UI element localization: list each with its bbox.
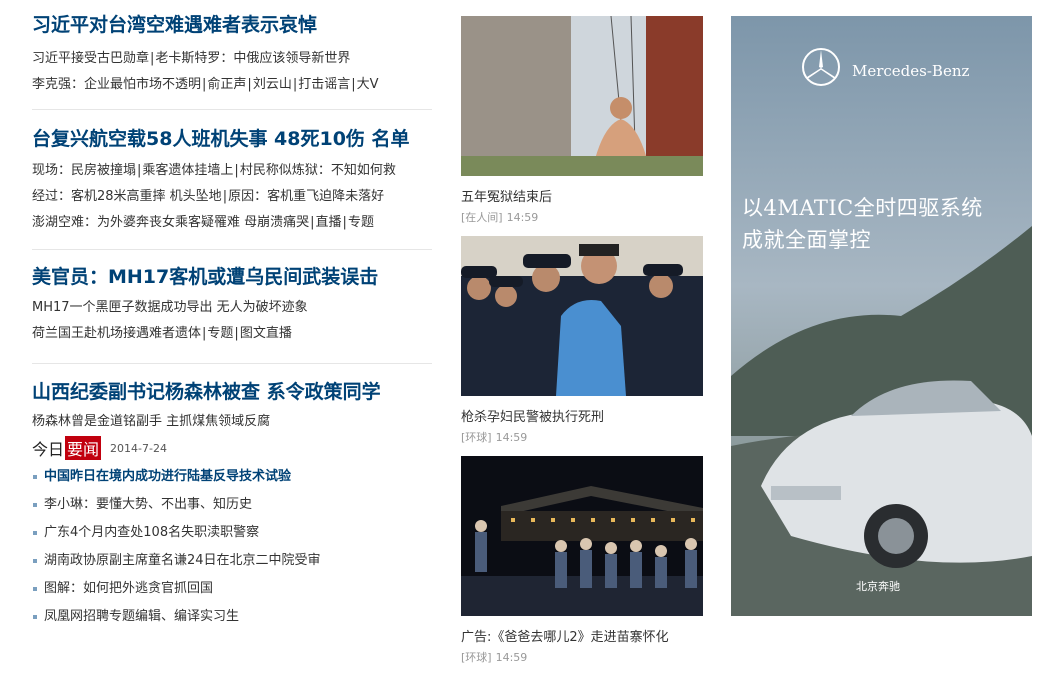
news-column: 习近平对台湾空难遇难者表示哀悼 习近平接受古巴勋章|老卡斯特罗：中俄应该领导新世… — [32, 0, 432, 631]
sub-link[interactable]: 原因：客机重飞迫降未落好 — [228, 189, 384, 204]
today-news-list: 中国昨日在境内成功进行陆基反导技术试验 李小琳：要懂大势、不出事、知历史 广东4… — [32, 463, 432, 631]
ad-slogan-line: 成就全面掌控 — [742, 228, 871, 252]
today-news-header: 今日 要闻 2014-7-24 — [32, 436, 432, 460]
photo-card: 五年冤狱结束后 [在人间] 14:59 — [461, 16, 703, 236]
sub-link[interactable]: 专题 — [348, 215, 374, 230]
sub-link[interactable]: 现场：民房被撞塌 — [32, 163, 136, 178]
headline-link[interactable]: 山西纪委副书记杨森林被查 系令政策同学 — [32, 380, 432, 404]
news-block-2: 台复兴航空载58人班机失事 48死10伤 名单 现场：民房被撞塌|乘客遗体挂墙上… — [32, 110, 432, 250]
ad-slogan: 以4MATIC全时四驱系统 成就全面掌控 — [742, 192, 983, 256]
sub-link[interactable]: 乘客遗体挂墙上 — [142, 163, 233, 178]
today-date: 2014-7-24 — [110, 441, 167, 455]
list-item: 图解：如何把外逃贪官抓回国 — [32, 575, 432, 603]
photo-time: 14:59 — [506, 211, 539, 224]
ad-background — [731, 16, 1032, 616]
mercedes-benz-ad[interactable]: Mercedes-Benz 以4MATIC全时四驱系统 成就全面掌控 北京奔驰 — [731, 16, 1032, 616]
photo-thumbnail[interactable] — [461, 16, 703, 176]
today-item-link[interactable]: 中国昨日在境内成功进行陆基反导技术试验 — [44, 469, 291, 484]
list-item: 中国昨日在境内成功进行陆基反导技术试验 — [32, 463, 432, 491]
sub-link[interactable]: 村民称似炼狱：不知如何救 — [240, 163, 396, 178]
sub-link[interactable]: 专题 — [207, 326, 233, 341]
photo-source: [环球] — [461, 651, 492, 664]
sub-link[interactable]: 杨森林曾是金道铭副手 主抓煤焦领域反腐 — [32, 414, 270, 429]
photo-time: 14:59 — [495, 431, 528, 444]
list-item: 湖南政协原副主席童名谦24日在北京二中院受审 — [32, 547, 432, 575]
photo-card: 枪杀孕妇民警被执行死刑 [环球] 14:59 — [461, 236, 703, 456]
today-item-link[interactable]: 广东4个月内查处108名失职渎职警察 — [44, 525, 259, 540]
sub-line: 经过：客机28米高重摔 机头坠地|原因：客机重飞迫降未落好 — [32, 189, 385, 204]
headline-link[interactable]: 习近平对台湾空难遇难者表示哀悼 — [32, 13, 432, 37]
sub-link[interactable]: 打击谣言 — [298, 77, 350, 92]
photo-thumbnail[interactable] — [461, 236, 703, 396]
photo-card: 广告:《爸爸去哪儿2》走进苗寨怀化 [环球] 14:59 — [461, 456, 703, 676]
headline-link[interactable]: 美官员：MH17客机或遭乌民间武装误击 — [32, 265, 432, 289]
photo-meta: [环球] 14:59 — [461, 429, 703, 445]
list-item: 凤凰网招聘专题编辑、编译实习生 — [32, 603, 432, 631]
photo-time: 14:59 — [495, 651, 528, 664]
sub-link[interactable]: 李克强：企业最怕市场不透明 — [32, 77, 201, 92]
headline-link[interactable]: 台复兴航空载58人班机失事 48死10伤 名单 — [32, 127, 432, 151]
photo-column: 五年冤狱结束后 [在人间] 14:59 枪杀孕妇民警被执行死刑 [环球] 14:… — [461, 16, 703, 676]
mercedes-star-icon — [801, 47, 841, 87]
today-news-badge: 要闻 — [65, 436, 102, 460]
photo-caption[interactable]: 五年冤狱结束后 — [461, 186, 703, 205]
list-item: 广东4个月内查处108名失职渎职警察 — [32, 519, 432, 547]
news-block-4: 山西纪委副书记杨森林被查 系令政策同学 杨森林曾是金道铭副手 主抓煤焦领域反腐 — [32, 364, 432, 435]
photo-source: [环球] — [461, 431, 492, 444]
today-label: 今日 — [32, 440, 65, 459]
sub-line: 杨森林曾是金道铭副手 主抓煤焦领域反腐 — [32, 409, 432, 435]
sub-line: 现场：民房被撞塌|乘客遗体挂墙上|村民称似炼狱：不知如何救 — [32, 163, 396, 178]
sub-link[interactable]: 老卡斯特罗：中俄应该领导新世界 — [155, 51, 350, 66]
today-item-link[interactable]: 李小琳：要懂大势、不出事、知历史 — [44, 497, 252, 512]
sub-link[interactable]: 刘云山 — [253, 77, 292, 92]
photo-meta: [在人间] 14:59 — [461, 209, 703, 225]
photo-source: [在人间] — [461, 211, 503, 224]
news-block-3: 美官员：MH17客机或遭乌民间武装误击 MH17一个黑匣子数据成功导出 无人为破… — [32, 250, 432, 364]
sub-link[interactable]: 澎湖空难：为外婆奔丧女乘客疑罹难 母崩溃痛哭 — [32, 215, 309, 230]
sub-line: 习近平接受古巴勋章|老卡斯特罗：中俄应该领导新世界 — [32, 51, 351, 66]
today-item-link[interactable]: 图解：如何把外逃贪官抓回国 — [44, 581, 213, 596]
list-item: 李小琳：要懂大势、不出事、知历史 — [32, 491, 432, 519]
ad-brand-name: Mercedes-Benz — [852, 62, 970, 80]
sub-link[interactable]: 荷兰国王赴机场接遇难者遗体 — [32, 326, 201, 341]
sub-link[interactable]: 经过：客机28米高重摔 机头坠地 — [32, 189, 222, 204]
sub-line: 澎湖空难：为外婆奔丧女乘客疑罹难 母崩溃痛哭|直播|专题 — [32, 215, 374, 230]
sub-line: 李克强：企业最怕市场不透明|俞正声|刘云山|打击谣言|大V — [32, 77, 379, 92]
today-item-link[interactable]: 凤凰网招聘专题编辑、编译实习生 — [44, 609, 239, 624]
sub-link[interactable]: MH17一个黑匣子数据成功导出 无人为破坏迹象 — [32, 300, 308, 315]
news-block-1: 习近平对台湾空难遇难者表示哀悼 习近平接受古巴勋章|老卡斯特罗：中俄应该领导新世… — [32, 0, 432, 110]
sub-link[interactable]: 图文直播 — [240, 326, 292, 341]
photo-caption[interactable]: 广告:《爸爸去哪儿2》走进苗寨怀化 — [461, 626, 703, 645]
sub-line: 荷兰国王赴机场接遇难者遗体|专题|图文直播 — [32, 326, 292, 341]
sub-line: MH17一个黑匣子数据成功导出 无人为破坏迹象 — [32, 295, 432, 321]
photo-thumbnail[interactable] — [461, 456, 703, 616]
sub-link[interactable]: 俞正声 — [207, 77, 246, 92]
photo-meta: [环球] 14:59 — [461, 649, 703, 665]
sub-link[interactable]: 大V — [357, 77, 379, 92]
ad-slogan-line: 以4MATIC全时四驱系统 — [742, 196, 983, 220]
ad-dealer: 北京奔驰 — [856, 580, 900, 593]
today-item-link[interactable]: 湖南政协原副主席童名谦24日在北京二中院受审 — [44, 553, 321, 568]
photo-caption[interactable]: 枪杀孕妇民警被执行死刑 — [461, 406, 703, 425]
sub-link[interactable]: 习近平接受古巴勋章 — [32, 51, 149, 66]
sub-link[interactable]: 直播 — [316, 215, 342, 230]
